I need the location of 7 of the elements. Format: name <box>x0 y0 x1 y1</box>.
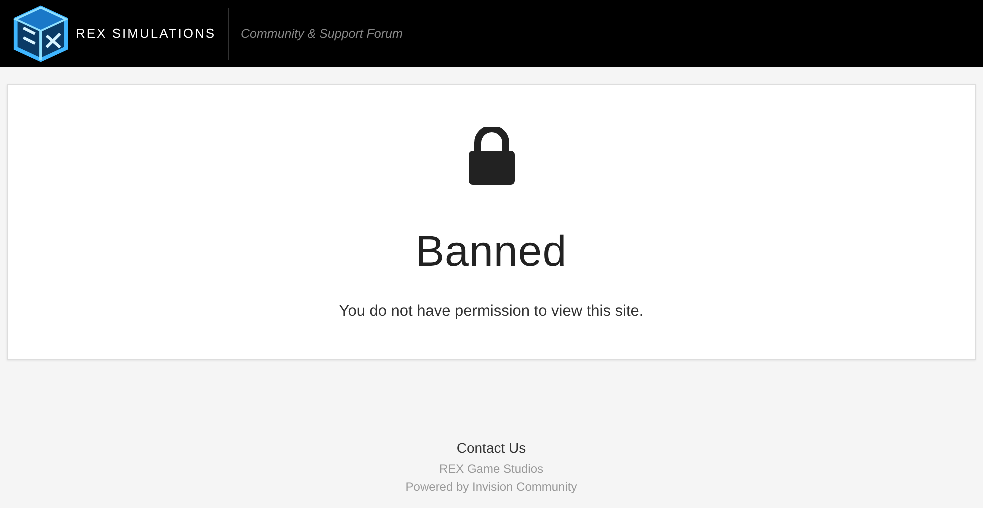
site-tagline: Community & Support Forum <box>241 26 403 40</box>
message-title: Banned <box>416 227 568 277</box>
copyright-text: REX Game Studios <box>439 461 544 478</box>
message-text: You do not have permission to view this site. <box>339 303 644 321</box>
contact-link[interactable]: Contact Us <box>456 438 526 458</box>
lock-icon <box>468 127 516 185</box>
site-title[interactable]: REX SIMULATIONS <box>76 26 216 41</box>
